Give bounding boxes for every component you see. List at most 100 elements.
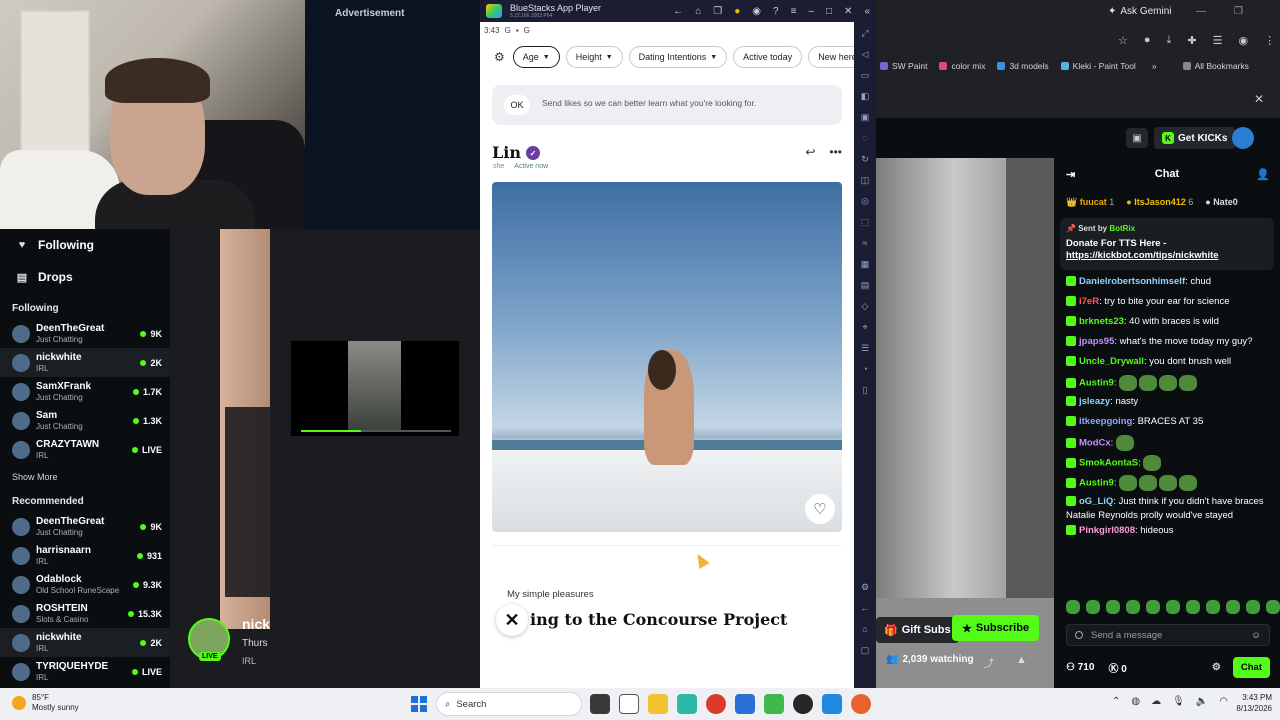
erase-icon[interactable]: ◇ [860, 301, 870, 315]
tab-search-icon[interactable]: ☰ [1213, 34, 1223, 47]
photo-app-icon[interactable] [822, 694, 842, 714]
account-icon[interactable]: ◉ [752, 6, 761, 17]
home-icon[interactable]: ⌂ [695, 6, 701, 17]
chat-username[interactable]: i7eR [1079, 296, 1099, 307]
filter-age[interactable]: Age ▼ [512, 46, 560, 68]
rotate-icon[interactable]: ↻ [860, 154, 870, 168]
taskbar-clock[interactable]: 3:43 PM 8/13/2026 [1222, 692, 1272, 714]
record-icon[interactable]: ◎ [860, 196, 870, 210]
help-icon[interactable]: ? [773, 6, 779, 17]
channel-item[interactable]: DeenTheGreat Just Chatting 9K [0, 512, 170, 541]
chat-username[interactable]: jpaps95 [1079, 336, 1114, 347]
layers-icon[interactable]: ☰ [860, 343, 870, 357]
emote-icon[interactable] [1226, 600, 1240, 614]
macro-icon[interactable]: ▣ [860, 112, 870, 126]
collapse-chat-icon[interactable]: ⇥ [1066, 168, 1075, 181]
notepad-icon[interactable] [619, 694, 639, 714]
bookmark-color-mix[interactable]: color mix [939, 61, 985, 71]
bookmark-kleki[interactable]: Kleki - Paint Tool [1060, 61, 1136, 71]
chat-username[interactable]: ModCx [1079, 438, 1111, 449]
stream-video-right[interactable] [876, 158, 1054, 688]
gifter-1[interactable]: 👑 fuucat 1 [1066, 197, 1114, 208]
chat-username[interactable]: SmokAontaS [1079, 458, 1138, 469]
channel-item[interactable]: Sam Just Chatting 1.3K [0, 406, 170, 435]
nav-following[interactable]: ♥ Following [0, 229, 170, 261]
app-icon[interactable] [677, 694, 697, 714]
tray-app-icon[interactable]: ◍ [1131, 696, 1140, 707]
gifter-3[interactable]: ● Nate0 [1205, 197, 1237, 207]
filter-new-here[interactable]: New here [808, 46, 854, 68]
channel-item[interactable]: CRAZYTAWN IRL LIVE [0, 435, 170, 464]
close-icon[interactable]: ✕ [844, 6, 852, 17]
collapse-icon[interactable]: « [864, 6, 870, 17]
subscribe-button[interactable]: ★ Subscribe [952, 615, 1040, 641]
shake-icon[interactable]: ≈ [860, 238, 870, 252]
start-button[interactable] [411, 696, 427, 712]
nav-drops[interactable]: ▤ Drops [0, 261, 170, 293]
chat-username[interactable]: Uncle_Drywall [1079, 356, 1144, 367]
emote-icon[interactable] [1066, 600, 1080, 614]
puzzle-icon[interactable]: ✚ [1187, 34, 1196, 47]
all-bookmarks[interactable]: All Bookmarks [1182, 61, 1249, 71]
android-recents-icon[interactable]: ▢ [860, 645, 870, 659]
extension-icon[interactable]: ● [1144, 34, 1151, 47]
task-view-icon[interactable] [590, 694, 610, 714]
filter-active-today[interactable]: Active today [733, 46, 803, 68]
chat-username[interactable]: Pinkgirl0808 [1079, 525, 1135, 536]
chat-username[interactable]: oG_LiQ [1079, 496, 1113, 507]
firefox-icon[interactable] [851, 694, 871, 714]
share-icon[interactable]: ⤴ [984, 655, 994, 670]
pinned-link[interactable]: https://kickbot.com/tips/nickwhite [1066, 250, 1219, 261]
chat-username[interactable]: brknets23 [1079, 316, 1124, 327]
chat-users-icon[interactable]: 👤 [1256, 168, 1270, 181]
notes-icon[interactable] [735, 694, 755, 714]
android-home-icon[interactable]: ⌂ [860, 624, 870, 638]
emote-icon[interactable] [1086, 600, 1100, 614]
bookmarks-overflow-icon[interactable]: » [1152, 61, 1157, 71]
volume-icon[interactable]: ◁ [860, 49, 870, 63]
pinned-bot-name[interactable]: BotRix [1109, 224, 1135, 233]
menu-icon[interactable]: ≡ [791, 6, 797, 17]
emote-icon[interactable] [1126, 600, 1140, 614]
settings-icon[interactable]: ⚙ [860, 582, 870, 596]
tray-overflow-icon[interactable]: ⌃ [1112, 696, 1120, 707]
streamer-name[interactable]: nick [242, 616, 270, 632]
browser-menu-icon[interactable]: ⋮ [1264, 34, 1275, 47]
media-icon[interactable]: ▦ [860, 259, 870, 273]
channel-item[interactable]: DeenTheGreat Just Chatting 9K [0, 319, 170, 348]
channel-item[interactable]: Odablock Old School RuneScape 9.3K [0, 570, 170, 599]
controls-icon[interactable]: ◧ [860, 91, 870, 105]
more-options-icon[interactable]: ••• [829, 145, 842, 159]
channel-points[interactable]: ⚇ 710 [1066, 662, 1094, 673]
like-heart-icon[interactable]: ♡ [805, 494, 835, 524]
chat-username[interactable]: jsleazy [1079, 396, 1110, 407]
filter-height[interactable]: Height ▼ [565, 46, 623, 68]
profile-photo[interactable]: ♡ [492, 182, 842, 532]
gifter-2[interactable]: ● ItsJason412 6 [1126, 197, 1193, 207]
back-icon[interactable]: ← [673, 6, 683, 17]
onedrive-icon[interactable]: ☁ [1151, 696, 1161, 707]
bookmark-sw-paint[interactable]: SW Paint [880, 61, 927, 71]
screenshot-icon[interactable]: ◫ [860, 175, 870, 189]
skip-close-icon[interactable]: ✕ [496, 604, 528, 636]
speaker-icon[interactable]: 🔈 [1196, 696, 1208, 707]
show-more-link[interactable]: Show More [0, 464, 170, 490]
chat-username[interactable]: Danielrobertsonhimself [1079, 276, 1185, 287]
android-back-icon[interactable]: ← [860, 603, 870, 617]
bookmark-3d-models[interactable]: 3d models [997, 61, 1049, 71]
channel-item[interactable]: TYRIQUEHYDE IRL LIVE [0, 657, 170, 686]
chrome-icon[interactable] [706, 694, 726, 714]
fullscreen-icon[interactable]: ⤢ [860, 28, 870, 42]
channel-item[interactable]: nickwhite IRL 2K [0, 628, 170, 657]
files-icon[interactable]: ▤ [860, 280, 870, 294]
user-avatar[interactable] [1232, 127, 1254, 149]
emote-icon[interactable] [1246, 600, 1260, 614]
send-chat-button[interactable]: Chat [1232, 656, 1270, 678]
gift-subs-button[interactable]: 🎁 Gift Subs [876, 617, 959, 643]
emote-icon[interactable] [1186, 600, 1200, 614]
minimize-icon[interactable]: — [1196, 6, 1206, 17]
ok-button[interactable]: OK [504, 95, 530, 115]
maximize-icon[interactable]: □ [826, 6, 832, 17]
microphone-icon[interactable]: 🎙 [1172, 696, 1185, 707]
restore-icon[interactable]: ❐ [1234, 6, 1243, 17]
